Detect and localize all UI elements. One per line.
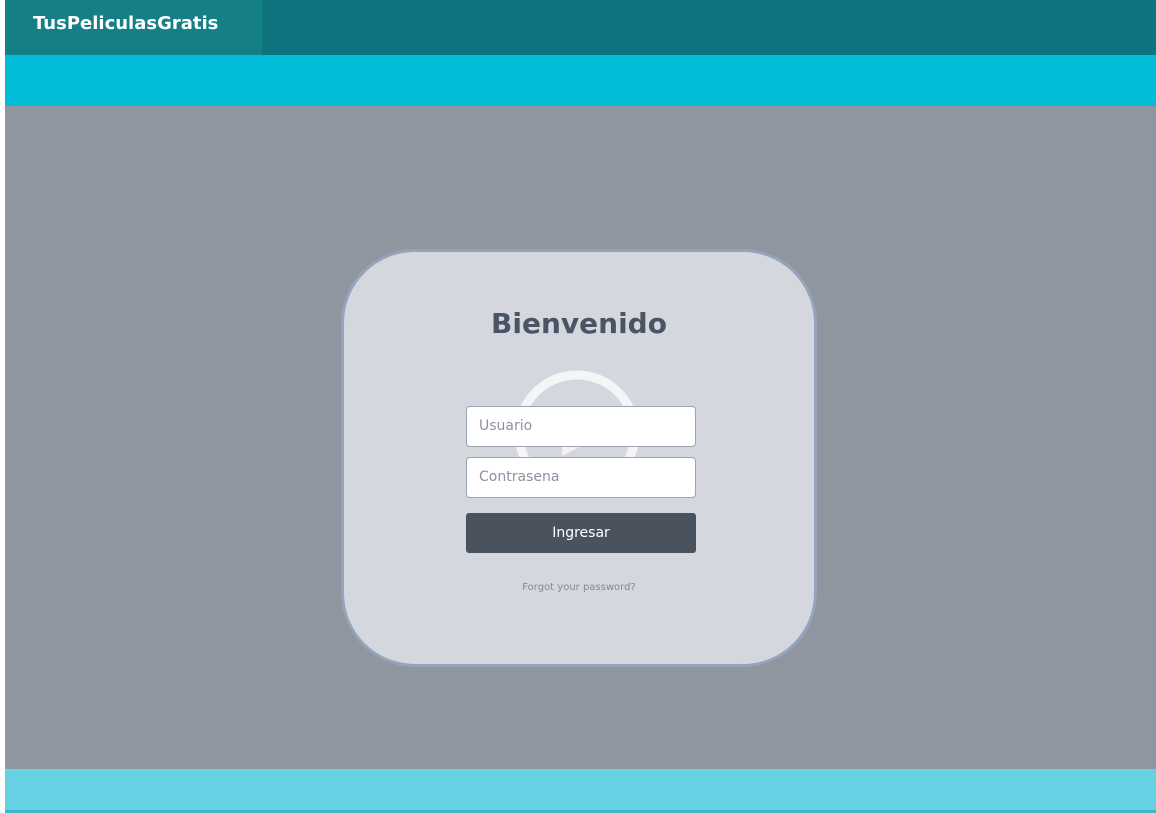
password-input[interactable]: Contrasena	[466, 457, 696, 498]
password-placeholder: Contrasena	[479, 469, 560, 485]
page-title: Bienvenido	[491, 307, 667, 340]
username-placeholder: Usuario	[479, 418, 533, 434]
login-card: Bienvenido Usuario Contrasena Ingresar F…	[341, 249, 817, 667]
login-button[interactable]: Ingresar	[466, 513, 696, 553]
secondary-bar	[5, 55, 1156, 106]
username-input[interactable]: Usuario	[466, 406, 696, 447]
brand-logo[interactable]: TusPeliculasGratis	[5, 0, 262, 55]
footer	[5, 769, 1156, 810]
forgot-password-link[interactable]: Forgot your password?	[344, 582, 814, 593]
top-navbar: TusPeliculasGratis	[5, 0, 1156, 55]
